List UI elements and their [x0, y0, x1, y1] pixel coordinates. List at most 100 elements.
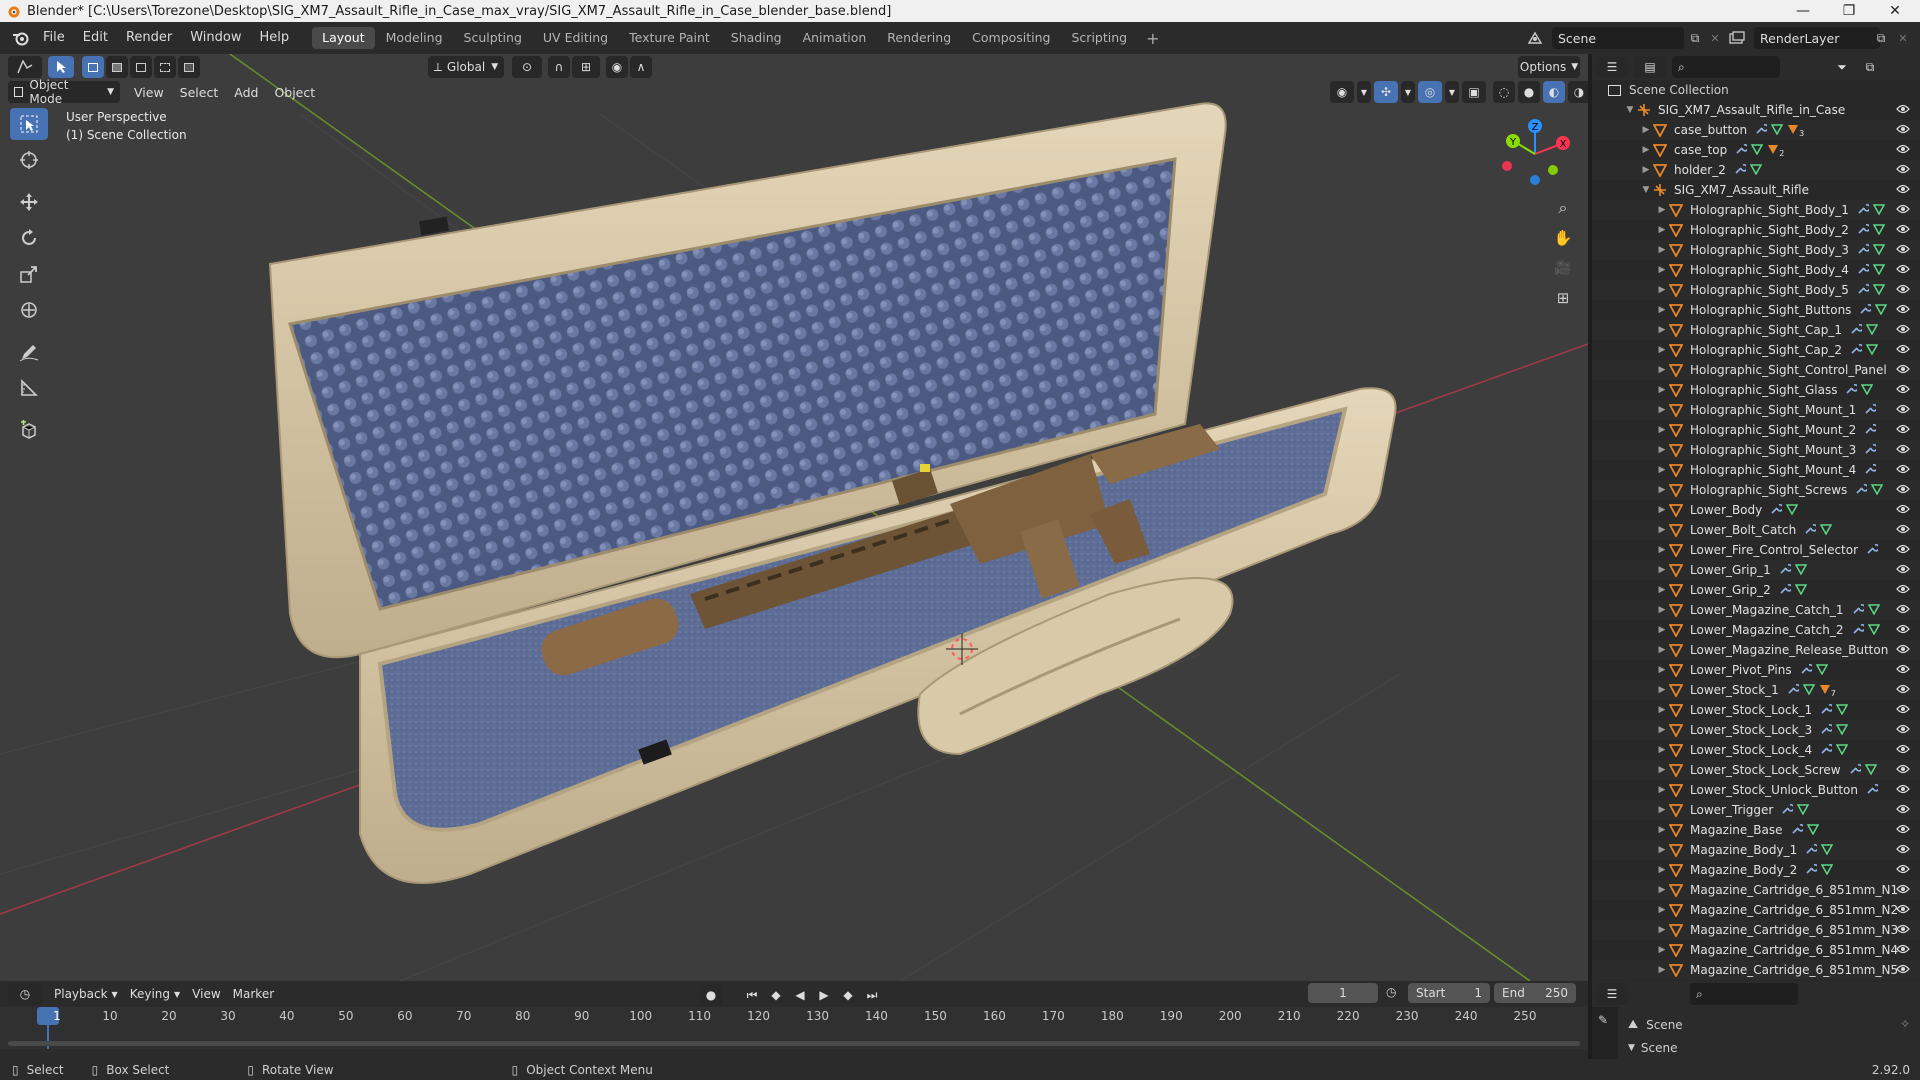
current-frame-field[interactable]: 1: [1308, 983, 1378, 1003]
modifier-wrench-icon[interactable]: [1852, 603, 1866, 618]
eye-icon[interactable]: [1896, 963, 1910, 978]
eye-icon[interactable]: [1896, 563, 1910, 578]
expand-open-icon[interactable]: ▼: [1624, 105, 1636, 115]
transform-orientation-dropdown[interactable]: ⟂ Global ▼: [428, 56, 504, 78]
snap-toggle[interactable]: ∩: [548, 56, 570, 78]
tool-rotate[interactable]: [10, 222, 48, 254]
new-scene-button[interactable]: ⧉: [1684, 27, 1706, 49]
mesh-data-icon[interactable]: [1875, 303, 1888, 318]
expand-closed-icon[interactable]: ▶: [1656, 265, 1668, 275]
outliner-row[interactable]: ▶ Holographic_Sight_Mount_3: [1592, 440, 1920, 460]
modifier-wrench-icon[interactable]: [1805, 863, 1820, 878]
outliner-row[interactable]: ▶ Lower_Body: [1592, 500, 1920, 520]
material-icon[interactable]: [1767, 143, 1779, 158]
mesh-data-icon[interactable]: [1820, 843, 1834, 858]
outliner-row[interactable]: ▶ Lower_Fire_Control_Selector: [1592, 540, 1920, 560]
3d-viewport[interactable]: ⟂ Global ▼ ⊙ ∩ ⊞ ◉ ∧ Options ▼ Object Mode …: [0, 54, 1588, 981]
tab-shading[interactable]: Shading: [721, 27, 792, 49]
eye-icon[interactable]: [1896, 403, 1910, 418]
outliner-row[interactable]: ▶ Holographic_Sight_Control_Panel: [1592, 360, 1920, 380]
modifier-wrench-icon[interactable]: [1770, 503, 1785, 518]
outliner-row[interactable]: ▶ Holographic_Sight_Buttons: [1592, 300, 1920, 320]
modifier-wrench-icon[interactable]: [1855, 483, 1870, 498]
expand-closed-icon[interactable]: ▶: [1656, 525, 1668, 535]
eye-icon[interactable]: [1896, 823, 1910, 838]
expand-closed-icon[interactable]: ▶: [1656, 505, 1668, 515]
select-invert-button[interactable]: [154, 56, 176, 78]
modifier-wrench-icon[interactable]: [1857, 203, 1871, 218]
expand-closed-icon[interactable]: ▶: [1656, 345, 1668, 355]
modifier-wrench-icon[interactable]: [1820, 703, 1834, 718]
mesh-data-icon[interactable]: [1871, 483, 1884, 498]
eye-icon[interactable]: [1896, 343, 1910, 358]
outliner-search-input[interactable]: ⌕: [1672, 56, 1780, 78]
tool-settings-icon[interactable]: ✎: [1598, 1013, 1618, 1027]
expand-closed-icon[interactable]: ▶: [1656, 305, 1668, 315]
timeline-ruler[interactable]: 1 10 20 30 40 50 60 70 80 90 100 110 120 130 140 150 160…: [0, 1007, 1588, 1049]
modifier-wrench-icon[interactable]: [1857, 223, 1871, 238]
expand-closed-icon[interactable]: ▶: [1656, 945, 1668, 955]
eye-icon[interactable]: [1896, 163, 1910, 178]
expand-closed-icon[interactable]: ▶: [1656, 785, 1668, 795]
outliner-row[interactable]: ▶ Holographic_Sight_Mount_4: [1592, 460, 1920, 480]
modifier-wrench-icon[interactable]: [1845, 383, 1860, 398]
jump-end-button[interactable]: ⏭: [862, 984, 882, 1006]
outliner-filter-button[interactable]: ⏷: [1828, 56, 1856, 78]
expand-closed-icon[interactable]: ▶: [1656, 805, 1668, 815]
editor-type-button[interactable]: [8, 56, 42, 78]
tab-layout[interactable]: Layout: [312, 27, 375, 49]
expand-closed-icon[interactable]: ▶: [1656, 245, 1668, 255]
expand-closed-icon[interactable]: ▶: [1656, 485, 1668, 495]
mesh-data-icon[interactable]: [1806, 823, 1819, 838]
properties-editor-type[interactable]: ☰: [1596, 983, 1628, 1005]
mesh-data-icon[interactable]: [1872, 283, 1886, 298]
eye-icon[interactable]: [1896, 503, 1910, 518]
eye-icon[interactable]: [1896, 923, 1910, 938]
expand-closed-icon[interactable]: ▶: [1656, 405, 1668, 415]
outliner-row[interactable]: ▼ SIG_XM7_Assault_Rifle: [1592, 180, 1920, 200]
outliner-row[interactable]: ▶ Holographic_Sight_Body_5: [1592, 280, 1920, 300]
pivot-point-dropdown[interactable]: ⊙: [512, 56, 542, 78]
start-frame-field[interactable]: Start 1: [1408, 983, 1490, 1003]
eye-icon[interactable]: [1896, 623, 1910, 638]
scene-panel-section[interactable]: ▼ Scene: [1628, 1041, 1678, 1055]
outliner-row[interactable]: ▶ Holographic_Sight_Body_1: [1592, 200, 1920, 220]
options-dropdown[interactable]: Options ▼: [1518, 56, 1580, 78]
end-frame-field[interactable]: End 250: [1494, 983, 1576, 1003]
select-subtract-button[interactable]: [130, 56, 152, 78]
mesh-data-icon[interactable]: [1750, 143, 1764, 158]
timeline-editor-type[interactable]: ◷: [8, 983, 42, 1005]
modifier-wrench-icon[interactable]: [1857, 263, 1871, 278]
auto-keying-toggle[interactable]: ●: [700, 984, 722, 1006]
modifier-wrench-icon[interactable]: [1805, 843, 1820, 858]
eye-icon[interactable]: [1896, 863, 1910, 878]
minimize-button[interactable]: —: [1780, 0, 1826, 22]
eye-icon[interactable]: [1896, 703, 1910, 718]
expand-closed-icon[interactable]: ▶: [1640, 125, 1652, 135]
modifier-wrench-icon[interactable]: [1866, 543, 1880, 558]
tab-animation[interactable]: Animation: [793, 27, 877, 49]
viewport-menu-select[interactable]: Select: [172, 85, 227, 100]
shading-wireframe-button[interactable]: ◌: [1493, 81, 1515, 103]
eye-icon[interactable]: [1896, 143, 1910, 158]
expand-closed-icon[interactable]: ▶: [1656, 385, 1668, 395]
modifier-wrench-icon[interactable]: [1864, 403, 1879, 418]
outliner-row[interactable]: ▶ Holographic_Sight_Cap_1: [1592, 320, 1920, 340]
expand-closed-icon[interactable]: ▶: [1656, 605, 1668, 615]
overlays-toggle[interactable]: ◎: [1418, 81, 1442, 103]
menu-render[interactable]: Render: [117, 27, 181, 49]
modifier-wrench-icon[interactable]: [1800, 663, 1814, 678]
outliner-row[interactable]: ▶ Lower_Stock_Lock_Screw: [1592, 760, 1920, 780]
eye-icon[interactable]: [1896, 303, 1910, 318]
outliner-row[interactable]: ▶ Lower_Stock_Lock_4: [1592, 740, 1920, 760]
modifier-wrench-icon[interactable]: [1779, 563, 1793, 578]
outliner-row[interactable]: ▶ Holographic_Sight_Cap_2: [1592, 340, 1920, 360]
mesh-data-icon[interactable]: [1861, 383, 1874, 398]
eye-icon[interactable]: [1896, 903, 1910, 918]
tool-measure[interactable]: [10, 372, 48, 404]
expand-closed-icon[interactable]: ▶: [1656, 865, 1668, 875]
outliner-row[interactable]: ▶ Holographic_Sight_Body_4: [1592, 260, 1920, 280]
eye-icon[interactable]: [1896, 183, 1910, 198]
new-view-layer-button[interactable]: ⧉: [1870, 27, 1892, 49]
play-button[interactable]: ▶: [814, 984, 834, 1006]
